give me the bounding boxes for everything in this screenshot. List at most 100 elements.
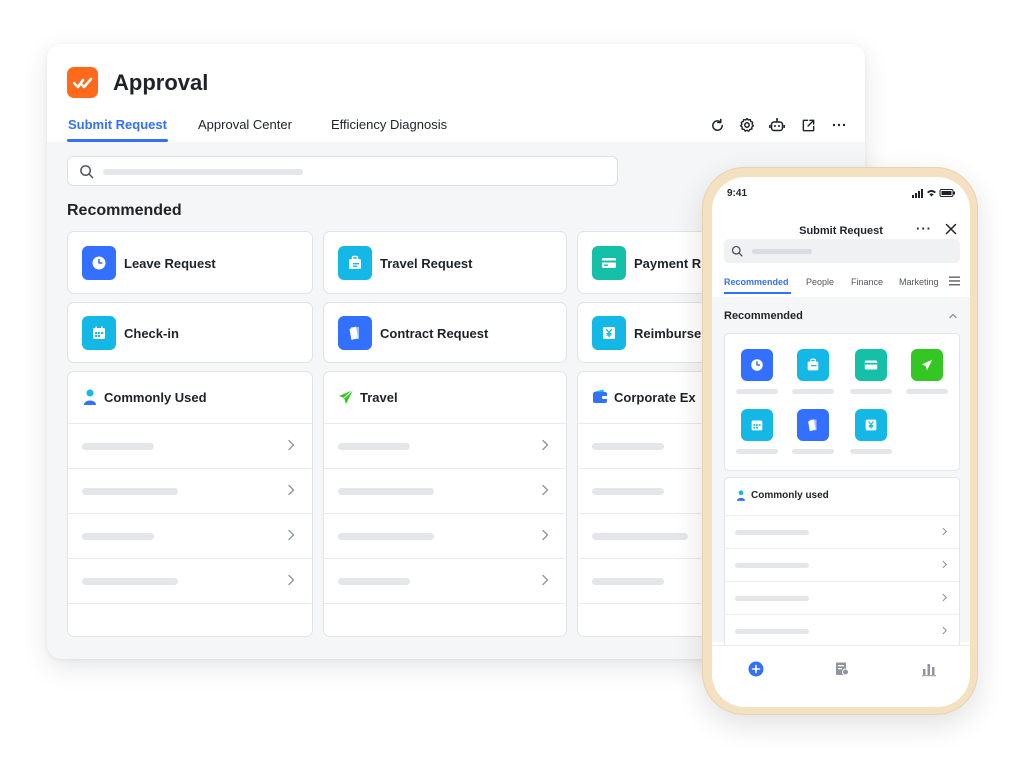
app-label-bar xyxy=(792,389,834,394)
phone-screen: 9:41 Submit Request ··· Recommended Peop… xyxy=(712,177,970,707)
chevron-up-icon[interactable] xyxy=(948,311,958,321)
list-item[interactable] xyxy=(68,423,312,468)
list-item[interactable] xyxy=(725,548,959,581)
list-item xyxy=(68,603,312,636)
chevron-right-icon xyxy=(288,574,295,586)
commonly-used-header[interactable]: Commonly Used xyxy=(68,372,312,423)
refresh-icon[interactable] xyxy=(708,116,726,134)
yen-icon[interactable] xyxy=(855,409,887,441)
search-input[interactable] xyxy=(67,156,618,186)
payment-request-label: Payment R xyxy=(634,256,702,271)
open-external-icon[interactable] xyxy=(799,116,817,134)
phone-mockup: 9:41 Submit Request ··· Recommended Peop… xyxy=(702,167,978,715)
person-icon xyxy=(84,389,96,405)
signal-wifi-battery-icon xyxy=(912,189,955,198)
chevron-right-icon xyxy=(942,593,947,602)
app-label-bar xyxy=(736,449,778,454)
plane-icon xyxy=(339,389,354,404)
briefcase-icon xyxy=(338,246,372,280)
phone-commonly-used-title: Commonly used xyxy=(751,490,829,501)
contract-request-label: Contract Request xyxy=(380,326,489,341)
clock-icon xyxy=(82,246,116,280)
person-icon xyxy=(737,490,745,501)
search-icon xyxy=(731,245,743,257)
briefcase-icon[interactable] xyxy=(797,349,829,381)
phone-recommended-title: Recommended xyxy=(724,310,803,322)
chevron-right-icon xyxy=(542,439,549,451)
close-icon[interactable] xyxy=(945,223,957,235)
approval-logo-icon xyxy=(67,67,98,98)
check-in-label: Check-in xyxy=(124,326,179,341)
list-item[interactable] xyxy=(725,614,959,647)
list-item[interactable] xyxy=(324,558,566,603)
app-label-bar xyxy=(850,449,892,454)
chevron-right-icon xyxy=(542,574,549,586)
chevron-right-icon xyxy=(942,626,947,635)
chevron-right-icon xyxy=(942,560,947,569)
list-item[interactable] xyxy=(68,513,312,558)
phone-tab-finance[interactable]: Finance xyxy=(851,276,883,288)
commonly-used-title: Commonly Used xyxy=(104,390,207,405)
app-title: Approval xyxy=(113,70,209,95)
travel-title: Travel xyxy=(360,390,398,405)
phone-search-input[interactable] xyxy=(724,239,960,263)
travel-header[interactable]: Travel xyxy=(324,372,566,423)
travel-request-label: Travel Request xyxy=(380,256,473,271)
card-icon xyxy=(592,246,626,280)
list-item[interactable] xyxy=(68,468,312,513)
plane-icon[interactable] xyxy=(911,349,943,381)
phone-tab-people[interactable]: People xyxy=(806,276,834,288)
calendar-icon[interactable] xyxy=(741,409,773,441)
list-item[interactable] xyxy=(324,468,566,513)
tab-submit-request[interactable]: Submit Request xyxy=(68,117,167,133)
tab-approval-center[interactable]: Approval Center xyxy=(198,117,292,133)
phone-tab-marketing[interactable]: Marketing xyxy=(899,276,939,288)
phone-app-grid xyxy=(724,333,960,471)
app-label-bar xyxy=(906,389,948,394)
list-item[interactable] xyxy=(725,515,959,548)
phone-commonly-used-group: Commonly used xyxy=(724,477,960,657)
app-label-bar xyxy=(850,389,892,394)
check-in-card[interactable]: Check-in xyxy=(67,302,313,363)
phone-tab-recommended[interactable]: Recommended xyxy=(724,276,789,288)
contract-request-card[interactable]: Contract Request xyxy=(323,302,567,363)
phone-bottom-nav xyxy=(712,645,970,707)
leave-request-label: Leave Request xyxy=(124,256,216,271)
chevron-right-icon xyxy=(288,439,295,451)
approval-icon[interactable] xyxy=(834,661,850,677)
chevron-right-icon xyxy=(542,484,549,496)
app-label-bar xyxy=(792,449,834,454)
phone-active-tab-indicator xyxy=(724,292,791,294)
recommended-title: Recommended xyxy=(67,202,182,219)
chevron-right-icon xyxy=(288,484,295,496)
leave-request-card[interactable]: Leave Request xyxy=(67,231,313,294)
wallet-icon xyxy=(593,389,607,403)
reimbursement-label: Reimburser xyxy=(634,326,707,341)
add-icon[interactable] xyxy=(748,661,764,677)
travel-request-card[interactable]: Travel Request xyxy=(323,231,567,294)
list-item[interactable] xyxy=(324,513,566,558)
travel-group: Travel xyxy=(323,371,567,637)
stats-icon[interactable] xyxy=(921,661,937,677)
active-tab-indicator xyxy=(67,139,168,142)
more-icon[interactable] xyxy=(830,116,848,134)
list-item[interactable] xyxy=(324,423,566,468)
list-item xyxy=(324,603,566,636)
chevron-right-icon xyxy=(542,529,549,541)
chevron-right-icon xyxy=(942,527,947,536)
menu-icon[interactable] xyxy=(949,276,960,286)
tab-efficiency-diagnosis[interactable]: Efficiency Diagnosis xyxy=(331,117,447,133)
bot-icon[interactable] xyxy=(768,116,786,134)
card-icon[interactable] xyxy=(855,349,887,381)
window-header: Approval Submit Request Approval Center … xyxy=(47,44,865,142)
chevron-right-icon xyxy=(288,529,295,541)
document-icon[interactable] xyxy=(797,409,829,441)
settings-icon[interactable] xyxy=(738,116,756,134)
more-icon[interactable]: ··· xyxy=(916,222,932,236)
clock-icon[interactable] xyxy=(741,349,773,381)
list-item[interactable] xyxy=(725,581,959,614)
search-placeholder-bar xyxy=(752,249,812,254)
status-time: 9:41 xyxy=(727,188,748,199)
list-item[interactable] xyxy=(68,558,312,603)
commonly-used-group: Commonly Used xyxy=(67,371,313,637)
